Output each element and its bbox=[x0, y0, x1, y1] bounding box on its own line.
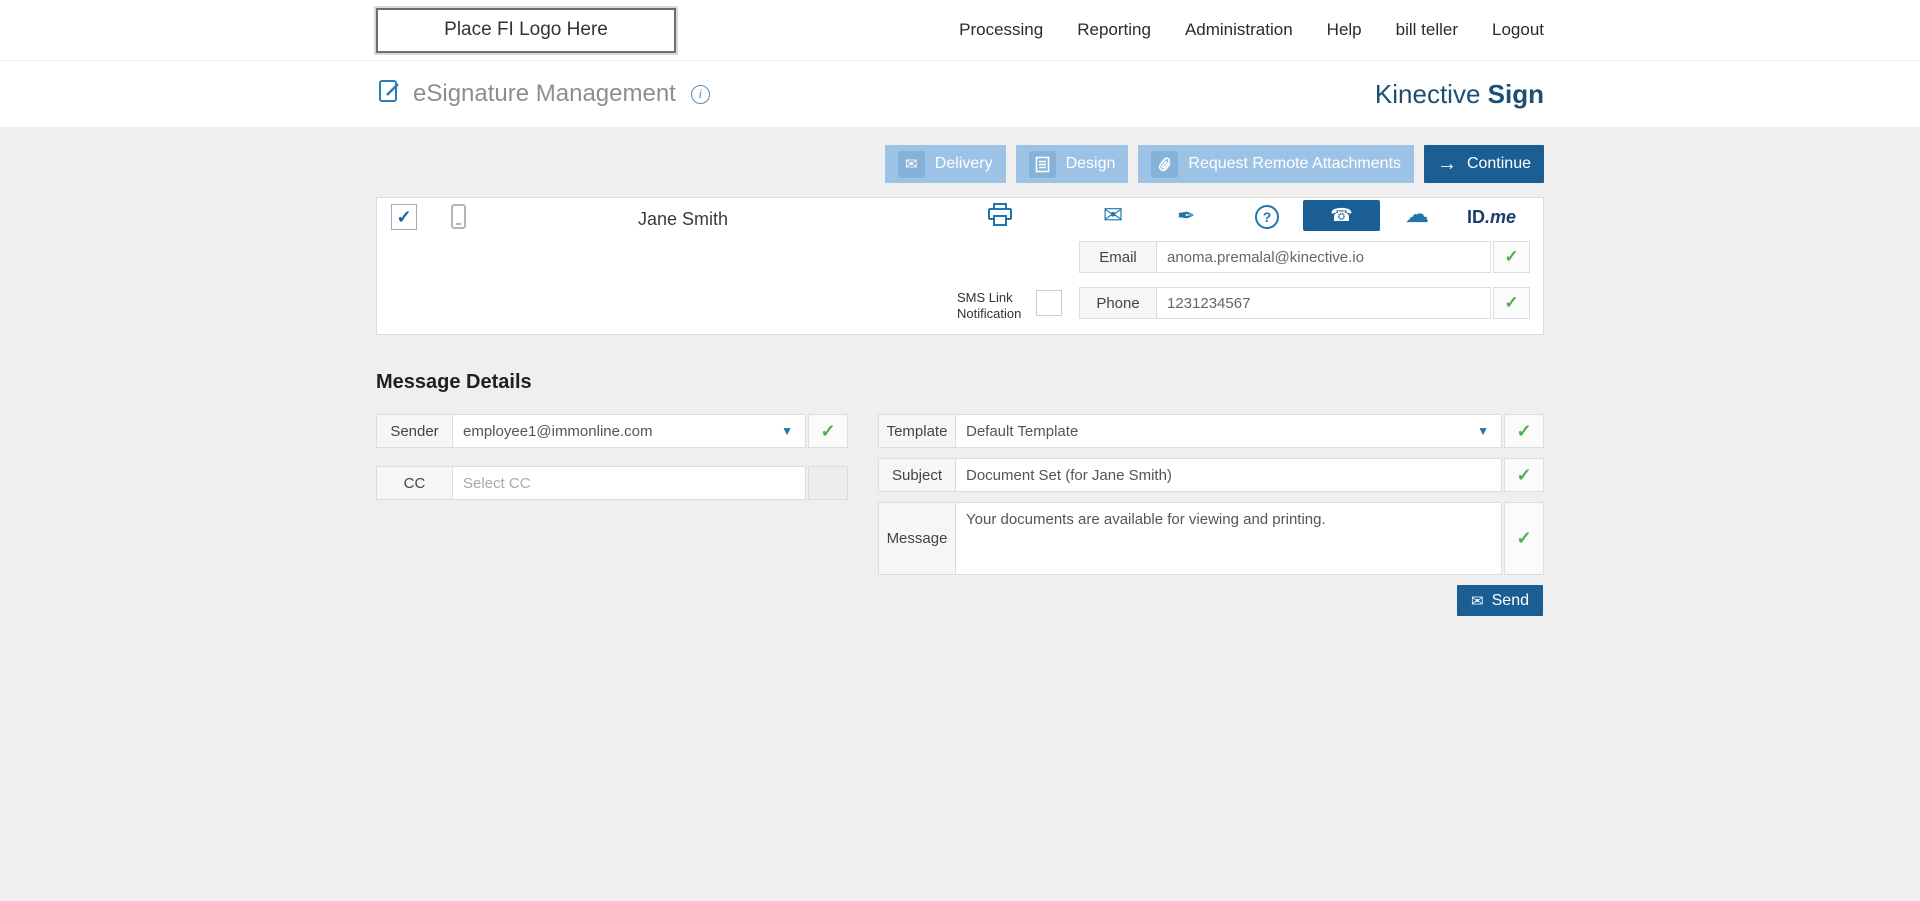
phone-valid-indicator: ✓ bbox=[1493, 287, 1530, 319]
send-button-label: Send bbox=[1492, 592, 1529, 610]
sms-link-notification-checkbox[interactable] bbox=[1036, 290, 1062, 316]
email-input[interactable] bbox=[1157, 241, 1491, 273]
paperclip-icon bbox=[1151, 151, 1178, 178]
design-button[interactable]: Design bbox=[1016, 145, 1129, 183]
continue-button[interactable]: → Continue bbox=[1424, 145, 1544, 183]
printer-icon[interactable] bbox=[985, 202, 1014, 235]
phone-label: Phone bbox=[1079, 287, 1157, 319]
recipient-name: Jane Smith bbox=[638, 209, 728, 230]
idme-icon[interactable]: ID.me bbox=[1467, 207, 1516, 228]
message-label: Message bbox=[878, 502, 956, 575]
cc-label: CC bbox=[376, 466, 453, 500]
template-row: Template Default Template ▼ ✓ bbox=[878, 414, 1544, 448]
top-bar: Place FI Logo Here Processing Reporting … bbox=[0, 0, 1920, 61]
arrow-right-icon: → bbox=[1437, 154, 1457, 174]
mobile-device-icon bbox=[448, 203, 468, 236]
document-icon bbox=[1029, 151, 1056, 178]
request-remote-attachments-label: Request Remote Attachments bbox=[1188, 155, 1401, 173]
phone-delivery-icon-selected[interactable]: ☎ bbox=[1303, 200, 1380, 231]
idme-id-text: ID bbox=[1467, 207, 1485, 227]
green-check-icon: ✓ bbox=[1504, 247, 1518, 267]
sender-selected-value: employee1@immonline.com bbox=[463, 423, 652, 440]
template-selected-value: Default Template bbox=[966, 423, 1078, 440]
page-header: eSignature Management i Kinective Sign bbox=[0, 61, 1920, 127]
cc-input[interactable] bbox=[453, 466, 806, 500]
message-details-form: Sender employee1@immonline.com ▼ ✓ CC Te… bbox=[376, 414, 1544, 629]
message-details-heading: Message Details bbox=[376, 371, 1544, 394]
delivery-button[interactable]: ✉ Delivery bbox=[885, 145, 1006, 183]
green-check-icon: ✓ bbox=[1516, 421, 1531, 442]
brand-product: Sign bbox=[1488, 79, 1544, 109]
brand-name: Kinective bbox=[1375, 79, 1481, 109]
recipient-row: ✓ Jane Smith ✉ ✒ ? ☎ bbox=[376, 197, 1544, 335]
request-remote-attachments-button[interactable]: Request Remote Attachments bbox=[1138, 145, 1414, 183]
cc-row: CC bbox=[376, 466, 848, 500]
email-delivery-icon[interactable]: ✉ bbox=[1103, 201, 1123, 230]
recipient-checkbox[interactable]: ✓ bbox=[391, 204, 417, 230]
esign-pen-icon[interactable]: ✒ bbox=[1177, 203, 1195, 229]
green-check-icon: ✓ bbox=[820, 421, 835, 442]
nav-administration[interactable]: Administration bbox=[1185, 20, 1293, 40]
info-icon[interactable]: i bbox=[691, 85, 710, 104]
nav-help[interactable]: Help bbox=[1327, 20, 1362, 40]
fi-logo-placeholder: Place FI Logo Here bbox=[376, 8, 676, 53]
cloud-delivery-icon[interactable]: ☁ bbox=[1405, 200, 1429, 229]
email-valid-indicator: ✓ bbox=[1493, 241, 1530, 273]
delivery-button-label: Delivery bbox=[935, 155, 993, 173]
chevron-down-icon: ▼ bbox=[1477, 424, 1489, 438]
envelope-icon: ✉ bbox=[898, 151, 925, 178]
green-check-icon: ✓ bbox=[1516, 528, 1531, 549]
template-select[interactable]: Default Template ▼ bbox=[956, 414, 1502, 448]
phone-field-row: Phone ✓ bbox=[1079, 287, 1530, 319]
chevron-down-icon: ▼ bbox=[781, 424, 793, 438]
email-field-row: Email ✓ bbox=[1079, 241, 1530, 273]
blue-check-icon: ✓ bbox=[396, 207, 411, 228]
continue-button-label: Continue bbox=[1467, 155, 1531, 173]
message-valid-indicator: ✓ bbox=[1504, 502, 1544, 575]
send-button[interactable]: ✉ Send bbox=[1457, 585, 1543, 616]
green-check-icon: ✓ bbox=[1516, 465, 1531, 486]
message-textarea[interactable]: Your documents are available for viewing… bbox=[956, 502, 1502, 575]
sender-select[interactable]: employee1@immonline.com ▼ bbox=[453, 414, 806, 448]
brand-logo: Kinective Sign bbox=[1375, 79, 1544, 110]
subject-valid-indicator: ✓ bbox=[1504, 458, 1544, 492]
nav-processing[interactable]: Processing bbox=[959, 20, 1043, 40]
nav-user-bill-teller[interactable]: bill teller bbox=[1396, 20, 1458, 40]
template-label: Template bbox=[878, 414, 956, 448]
email-label: Email bbox=[1079, 241, 1157, 273]
question-circle-icon[interactable]: ? bbox=[1255, 205, 1279, 229]
action-button-row: ✉ Delivery Design bbox=[376, 145, 1544, 183]
telephone-icon: ☎ bbox=[1330, 205, 1352, 226]
top-nav: Processing Reporting Administration Help… bbox=[959, 20, 1544, 40]
nav-logout[interactable]: Logout bbox=[1492, 20, 1544, 40]
nav-reporting[interactable]: Reporting bbox=[1077, 20, 1151, 40]
green-check-icon: ✓ bbox=[1504, 293, 1518, 313]
esignature-document-icon bbox=[376, 78, 403, 110]
envelope-icon: ✉ bbox=[1471, 592, 1484, 610]
template-valid-indicator: ✓ bbox=[1504, 414, 1544, 448]
subject-input[interactable] bbox=[956, 458, 1502, 492]
page-title: eSignature Management bbox=[413, 80, 676, 108]
fi-logo-text: Place FI Logo Here bbox=[444, 19, 608, 41]
sender-row: Sender employee1@immonline.com ▼ ✓ bbox=[376, 414, 848, 448]
subject-row: Subject ✓ bbox=[878, 458, 1544, 492]
design-button-label: Design bbox=[1066, 155, 1116, 173]
message-row: Message Your documents are available for… bbox=[878, 502, 1544, 575]
sender-valid-indicator: ✓ bbox=[808, 414, 848, 448]
cc-empty-indicator bbox=[808, 466, 848, 500]
idme-me-text: .me bbox=[1485, 207, 1516, 227]
work-area: ✉ Delivery Design bbox=[0, 127, 1920, 901]
sender-label: Sender bbox=[376, 414, 453, 448]
phone-input[interactable] bbox=[1157, 287, 1491, 319]
sms-link-notification-label: SMS Link Notification bbox=[957, 290, 1031, 323]
subject-label: Subject bbox=[878, 458, 956, 492]
